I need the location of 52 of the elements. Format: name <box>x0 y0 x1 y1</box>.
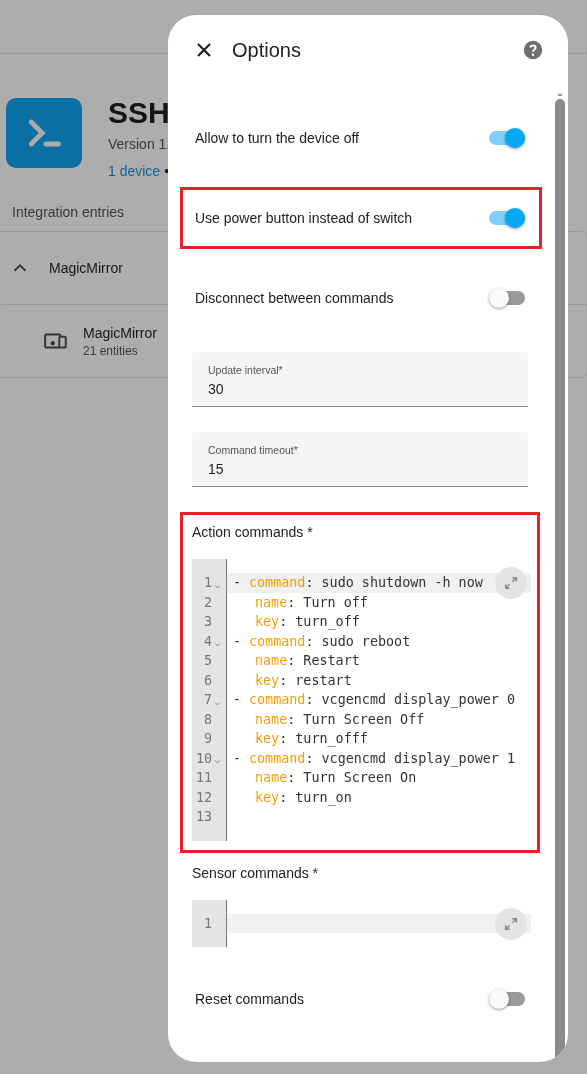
line-number: 4 <box>203 632 212 651</box>
fold-icon[interactable] <box>213 757 222 766</box>
section-heading: Integration entries <box>12 204 125 220</box>
code-line: - command: sudo reboot <box>233 633 411 649</box>
line-number: 1 <box>203 574 212 592</box>
code-line: - command: vcgencmd display_power 1 <box>233 750 516 766</box>
expand-icon <box>503 915 519 932</box>
help-icon[interactable] <box>522 39 544 61</box>
code-line: - command: sudo shutdown -h now <box>233 575 483 590</box>
line-number: 1 <box>203 914 212 933</box>
toggle-switch[interactable] <box>489 288 525 308</box>
code-line: name: Restart <box>254 653 360 668</box>
option-label: Use power button instead of switch <box>195 210 413 226</box>
section-label: Action commands * <box>192 524 314 540</box>
line-number: 8 <box>203 710 212 729</box>
line-number: 6 <box>203 671 212 690</box>
entry-name[interactable]: MagicMirror <box>49 260 123 276</box>
option-label: Disconnect between commands <box>195 290 394 306</box>
option-label: Allow to turn the device off <box>195 130 359 146</box>
line-number: 9 <box>203 730 212 748</box>
device-name[interactable]: MagicMirror <box>83 324 157 341</box>
option-label: Reset commands <box>195 991 304 1007</box>
toggle-switch[interactable] <box>489 208 525 228</box>
line-number: 3 <box>203 613 212 631</box>
text-field[interactable]: Command timeout* 15 <box>192 432 528 487</box>
entity-count: 21 entities <box>83 343 139 358</box>
code-line: key: turn_on <box>254 789 352 805</box>
line-number: 12 <box>195 788 212 807</box>
code-line: key: restart <box>254 672 352 688</box>
code-line: key: turn_off <box>254 614 360 629</box>
text-field[interactable]: Update interval* 30 <box>192 352 528 407</box>
code-line: name: Turn Screen On <box>254 770 417 785</box>
line-number: 2 <box>203 593 212 612</box>
line-number: 13 <box>195 808 212 826</box>
integration-title: SSH <box>108 96 171 130</box>
separator-dot: • <box>164 163 170 179</box>
expand-icon <box>503 575 519 591</box>
code-line: key: turn_offf <box>254 731 368 746</box>
toggle-switch[interactable] <box>489 128 525 148</box>
line-number: 10 <box>195 749 212 768</box>
code-line: name: Turn Screen Off <box>254 711 425 727</box>
section-label: Sensor commands * <box>192 864 320 881</box>
code-line: name: Turn off <box>254 594 368 610</box>
expand-button[interactable] <box>495 907 527 940</box>
fold-icon[interactable] <box>213 640 222 649</box>
expand-button[interactable] <box>495 567 527 599</box>
line-number: 7 <box>203 691 212 709</box>
toggle-switch[interactable] <box>489 989 525 1009</box>
dialog-title: Options <box>232 38 302 62</box>
line-number: 5 <box>203 652 212 670</box>
code-line: - command: vcgencmd display_power 0 <box>233 692 516 707</box>
line-number: 11 <box>195 769 212 787</box>
